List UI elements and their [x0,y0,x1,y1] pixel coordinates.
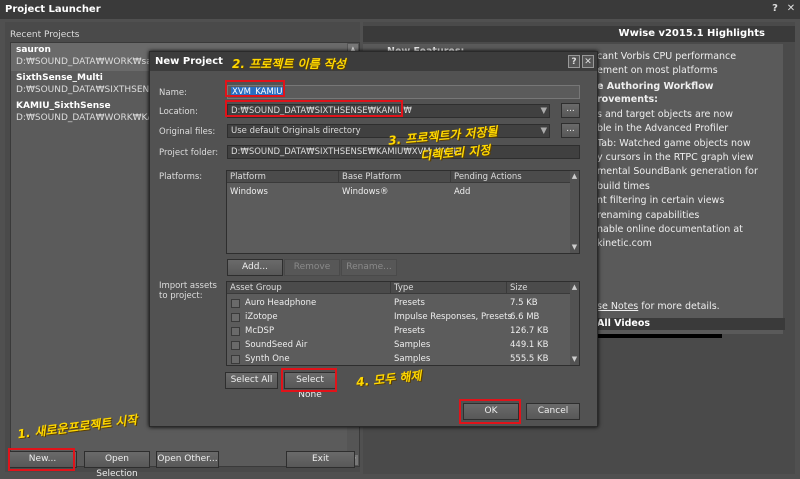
table-cell: SoundSeed Air [245,340,308,350]
scroll-up-icon[interactable]: ▲ [570,172,579,181]
highlight-line: rovements: [597,94,658,105]
column-header[interactable]: Size [507,282,571,294]
table-cell[interactable]: Add [454,187,470,197]
highlight-new-button [8,448,75,471]
highlight-line: build times [597,181,650,192]
highlight-location-field [225,100,403,117]
column-header[interactable]: Pending Actions [451,171,571,183]
table-cell: Impulse Responses, Presets [394,312,512,322]
select-all-button[interactable]: Select All [225,372,278,389]
assets-scrollbar[interactable]: ▲ ▼ [570,282,579,365]
highlight-line: mental SoundBank generation for [597,166,758,177]
table-cell[interactable]: Windows® [342,187,388,197]
highlight-line: s and target objects are now [597,109,733,120]
table-cell: 555.5 KB [510,354,549,364]
column-header[interactable]: Base Platform [339,171,451,183]
platforms-label: Platforms: [159,172,203,182]
scroll-up-icon[interactable]: ▲ [570,283,579,292]
add-platform-button[interactable]: Add... [227,259,283,276]
column-header[interactable]: Asset Group [227,282,391,294]
highlight-line: e Authoring Workflow [597,81,714,92]
release-notes-suffix: for more details. [638,301,720,312]
dialog-title: New Project [155,56,223,67]
browse-location-button[interactable]: ... [561,103,580,118]
table-cell: Presets [394,298,425,308]
asset-checkbox[interactable] [231,299,240,308]
asset-checkbox[interactable] [231,327,240,336]
launcher-title: Project Launcher [5,4,101,15]
column-header[interactable]: Platform [227,171,339,183]
scroll-down-icon[interactable]: ▼ [570,243,579,252]
highlight-line: kinetic.com [597,238,652,249]
import-assets-label: Import assets to project: [159,281,217,301]
highlight-name-field [225,80,285,97]
all-videos-link[interactable]: All Videos [595,318,785,330]
launcher-titlebar: Project Launcher ? ✕ [0,0,800,19]
assets-table[interactable]: Asset Group Type Size Auro Headphone Pre… [226,281,580,366]
table-cell: Synth One [245,354,290,364]
platforms-scrollbar[interactable]: ▲ ▼ [570,171,579,253]
table-cell: iZotope [245,312,278,322]
release-notes-line: se Notes for more details. [597,301,720,312]
chevron-down-icon[interactable]: ▼ [540,125,547,137]
exit-button[interactable]: Exit [286,451,355,468]
table-cell: 449.1 KB [510,340,549,350]
column-header[interactable]: Type [391,282,507,294]
highlight-line: Tab: Watched game objects now [597,138,751,149]
highlight-line: ement on most platforms [597,65,718,76]
cancel-button[interactable]: Cancel [526,403,580,420]
highlight-line: ble in the Advanced Profiler [597,123,729,134]
recent-projects-label: Recent Projects [10,30,80,40]
highlight-line: cant Vorbis CPU performance [597,51,737,62]
annotation-step-2: 2. 프로젝트 이름 작성 [232,57,346,71]
asset-checkbox[interactable] [231,313,240,322]
original-files-label: Original files: [159,127,216,137]
release-notes-link[interactable]: se Notes [597,301,638,312]
remove-platform-button[interactable]: Remove [284,259,340,276]
table-cell: 126.7 KB [510,326,549,336]
table-cell: Presets [394,326,425,336]
browse-originals-button[interactable]: ... [561,123,580,138]
close-icon[interactable]: ✕ [582,55,594,68]
highlight-select-none [281,368,337,392]
highlight-line: y cursors in the RTPC graph view [597,152,754,163]
dialog-titlebar: New Project ? ✕ [150,52,597,71]
asset-checkbox[interactable] [231,341,240,350]
project-folder-label: Project folder: [159,148,219,158]
help-icon[interactable]: ? [768,2,782,16]
highlight-ok-button [459,399,521,424]
chevron-down-icon[interactable]: ▼ [540,105,547,117]
table-cell: 7.5 KB [510,298,538,308]
asset-checkbox[interactable] [231,355,240,364]
highlight-line: renaming capabilities [597,210,700,221]
location-label: Location: [159,107,198,117]
rename-platform-button[interactable]: Rename... [341,259,397,276]
highlights-title: Wwise v2015.1 Highlights [363,26,795,42]
video-strip [595,334,722,338]
help-icon[interactable]: ? [568,55,580,68]
table-cell[interactable]: Windows [230,187,268,197]
highlight-line: nable online documentation at [597,224,743,235]
table-cell: Samples [394,354,431,364]
scroll-down-icon[interactable]: ▼ [570,355,579,364]
table-cell: McDSP [245,326,275,336]
table-cell: 6.6 MB [510,312,540,322]
platforms-table[interactable]: Platform Base Platform Pending Actions W… [226,170,580,254]
table-cell: Samples [394,340,431,350]
close-icon[interactable]: ✕ [784,2,798,16]
open-selection-button[interactable]: Open Selection [84,451,150,479]
original-files-value: Use default Originals directory [231,126,361,136]
open-other-button[interactable]: Open Other... [156,451,219,468]
highlight-line: nt filtering in certain views [597,195,725,206]
table-cell: Auro Headphone [245,298,317,308]
name-label: Name: [159,88,187,98]
